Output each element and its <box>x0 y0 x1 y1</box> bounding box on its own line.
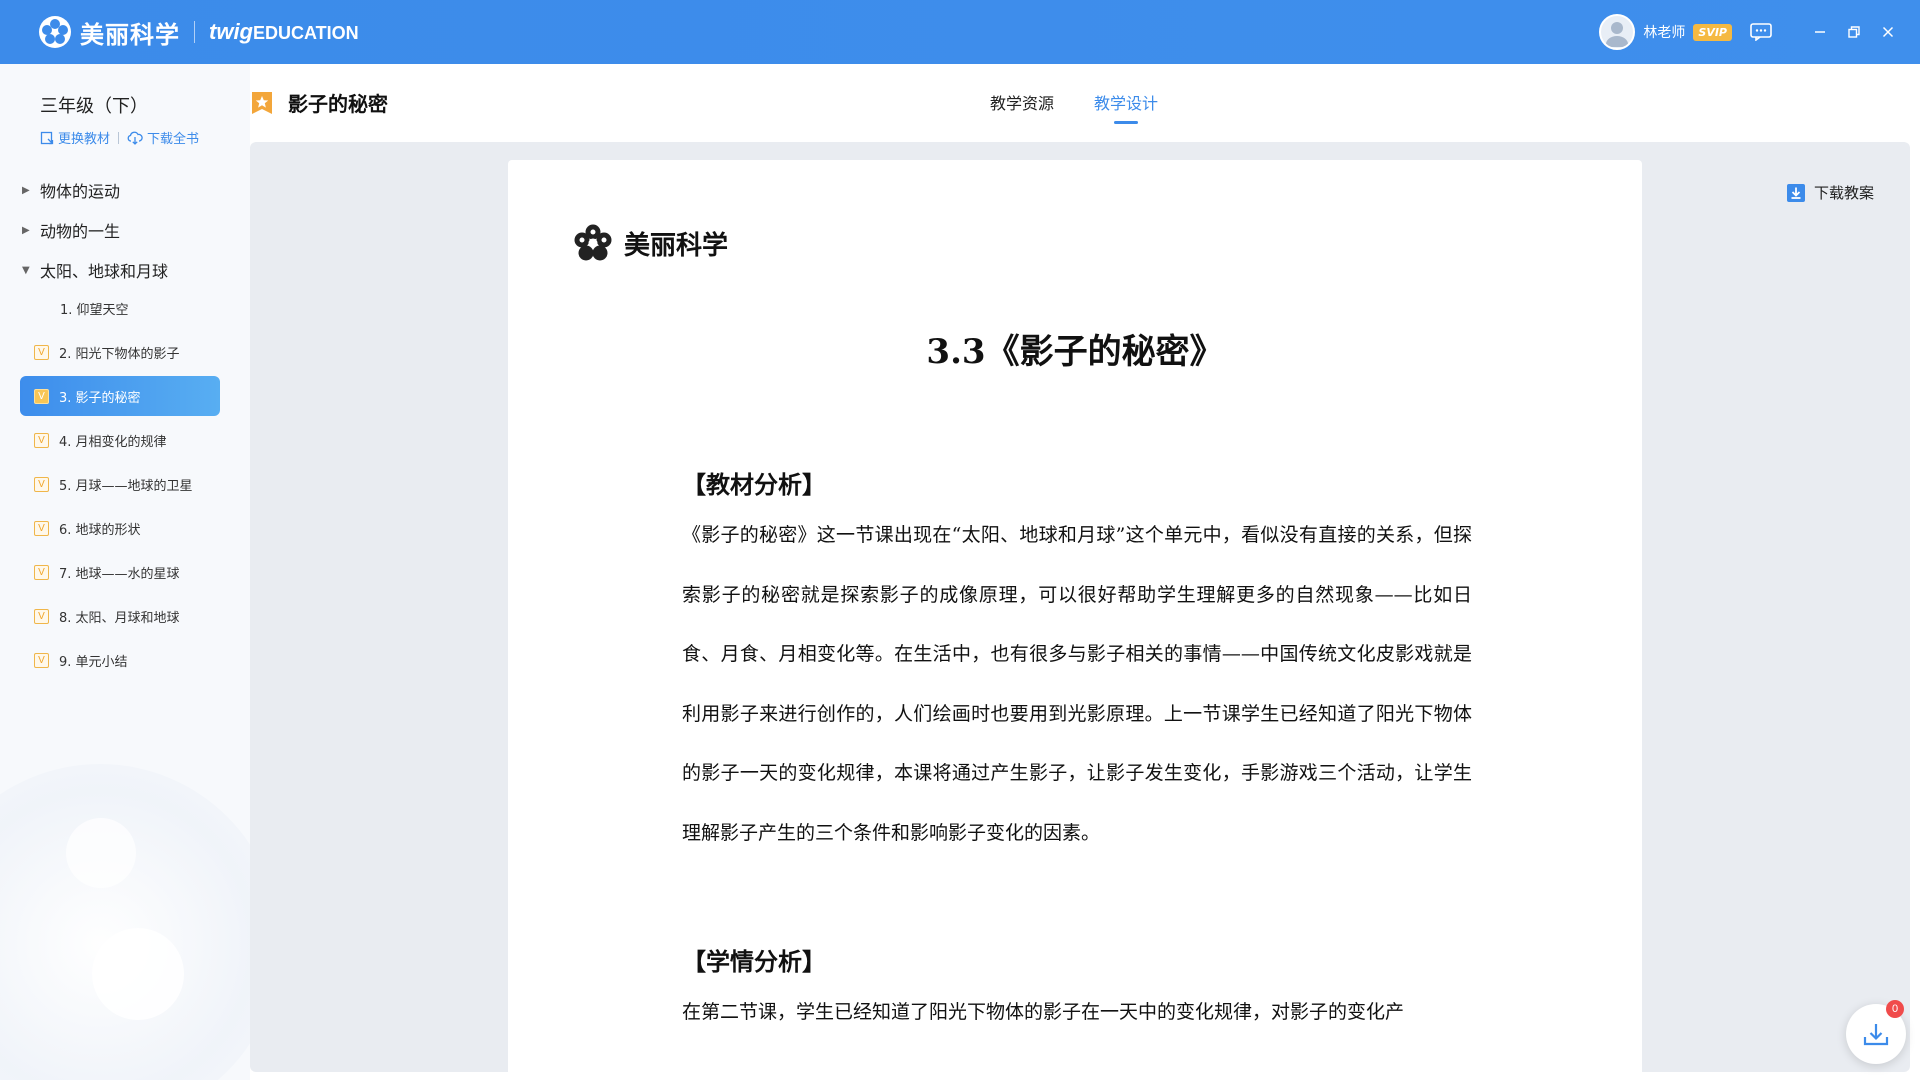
unit-item[interactable]: ▼ 太阳、地球和月球 <box>22 258 168 282</box>
lesson-item-active[interactable]: V 3. 影子的秘密 <box>20 376 220 416</box>
download-plan-label: 下载教案 <box>1813 184 1874 202</box>
tab-teaching-design[interactable]: 教学设计 <box>1094 90 1158 124</box>
video-badge-icon: V <box>34 432 49 448</box>
unit-item[interactable]: ▶ 物体的运动 <box>22 178 120 202</box>
lesson-label: 3. 影子的秘密 <box>59 390 141 406</box>
restore-icon <box>1848 26 1860 38</box>
download-book-button[interactable]: 下载全书 <box>127 128 199 147</box>
lesson-item[interactable]: V 8. 太阳、月球和地球 <box>20 596 220 636</box>
video-badge-icon: V <box>34 520 49 536</box>
lesson-label: 8. 太阳、月球和地球 <box>59 610 180 626</box>
sidebar-decor <box>66 818 136 888</box>
minimize-icon <box>1815 31 1825 33</box>
unit-label: 物体的运动 <box>40 182 121 201</box>
brand-sub: twigEDUCATION <box>209 19 359 45</box>
lesson-item[interactable]: V 9. 单元小结 <box>20 640 220 680</box>
video-badge-icon: V <box>34 608 49 624</box>
unit-item[interactable]: ▶ 动物的一生 <box>22 218 120 242</box>
page-header: 影子的秘密 教学资源 教学设计 <box>250 64 1920 142</box>
content-area: 美丽科学 3.3《影子的秘密》 【教材分析】 《影子的秘密》这一节课出现在“太阳… <box>250 142 1920 1080</box>
video-badge-icon: V <box>34 564 49 580</box>
lesson-item[interactable]: V 4. 月相变化的规律 <box>20 420 220 460</box>
video-badge-icon: V <box>34 476 49 492</box>
video-badge-icon: V <box>34 652 49 668</box>
document-page: 美丽科学 3.3《影子的秘密》 【教材分析】 《影子的秘密》这一节课出现在“太阳… <box>508 160 1642 1080</box>
change-book-label: 更换教材 <box>58 132 111 147</box>
video-badge-icon: V <box>34 388 49 404</box>
unit-label: 动物的一生 <box>40 222 121 241</box>
actions-divider <box>118 131 120 144</box>
lesson-item[interactable]: 1. 仰望天空 <box>20 288 220 328</box>
close-button[interactable] <box>1874 18 1902 46</box>
cloud-download-icon <box>127 131 143 145</box>
user-name[interactable]: 林老师 <box>1643 22 1685 42</box>
tab-teaching-resources[interactable]: 教学资源 <box>990 90 1054 118</box>
section-heading: 【学情分析】 <box>682 947 826 976</box>
lesson-label: 9. 单元小结 <box>59 654 128 670</box>
download-book-label: 下载全书 <box>147 132 200 147</box>
section-heading: 【教材分析】 <box>682 470 826 499</box>
page-title: 影子的秘密 <box>288 92 388 116</box>
sidebar-decor <box>0 764 250 1080</box>
lesson-label: 6. 地球的形状 <box>59 522 141 538</box>
brand-logo-icon <box>39 16 71 48</box>
sidebar-actions: 更换教材 下载全书 <box>40 128 199 147</box>
tab-bar: 教学资源 教学设计 <box>990 90 1198 124</box>
lesson-item[interactable]: V 7. 地球——水的星球 <box>20 552 220 592</box>
download-tray-icon <box>1863 1024 1889 1046</box>
change-book-button[interactable]: 更换教材 <box>40 128 110 147</box>
lesson-label: 2. 阳光下物体的影子 <box>59 346 180 362</box>
user-avatar[interactable] <box>1599 14 1636 50</box>
lesson-label: 7. 地球——水的星球 <box>59 566 180 582</box>
lesson-label: 4. 月相变化的规律 <box>59 434 167 450</box>
lesson-item[interactable]: V 2. 阳光下物体的影子 <box>20 332 220 372</box>
svip-badge: SVIP <box>1693 23 1732 41</box>
lesson-item[interactable]: V 5. 月球——地球的卫星 <box>20 464 220 504</box>
document-logo: 美丽科学 <box>572 222 728 264</box>
restore-button[interactable] <box>1840 18 1868 46</box>
title-wrap: 影子的秘密 <box>250 88 388 117</box>
message-icon[interactable] <box>1750 23 1772 41</box>
section-paragraph: 《影子的秘密》这一节课出现在“太阳、地球和月球”这个单元中，看似没有直接的关系，… <box>682 524 1472 844</box>
brand-separator <box>194 21 195 43</box>
chevron-down-icon: ▼ <box>22 264 30 276</box>
document-title: 3.3《影子的秘密》 <box>926 332 1224 372</box>
section-paragraph: 在第二节课，学生已经知道了阳光下物体的影子在一天中的变化规律，对影子的变化产 <box>682 1001 1405 1023</box>
favorite-star-icon[interactable] <box>250 90 274 116</box>
brand-logo-icon <box>574 224 612 261</box>
lesson-item[interactable]: V 6. 地球的形状 <box>20 508 220 548</box>
twig-text: twig <box>209 19 253 44</box>
download-count-badge: 0 <box>1886 1000 1904 1018</box>
title-bar-right: 林老师 SVIP <box>1599 0 1902 64</box>
lesson-label: 1. 仰望天空 <box>60 302 129 318</box>
title-bar: 美丽科学 twigEDUCATION 林老师 SVIP <box>0 0 1920 64</box>
brand-name: 美丽科学 <box>80 20 180 49</box>
chevron-right-icon: ▶ <box>22 184 30 196</box>
grade-label: 三年级（下） <box>40 96 148 117</box>
unit-label: 太阳、地球和月球 <box>40 262 169 281</box>
user-avatar-icon <box>1606 22 1629 47</box>
download-icon <box>1786 183 1805 202</box>
close-icon <box>1882 26 1894 38</box>
document-canvas[interactable]: 美丽科学 3.3《影子的秘密》 【教材分析】 《影子的秘密》这一节课出现在“太阳… <box>250 142 1910 1080</box>
minimize-button[interactable] <box>1806 18 1834 46</box>
brand: 美丽科学 twigEDUCATION <box>38 15 359 50</box>
document-logo-name: 美丽科学 <box>624 230 729 261</box>
sidebar: 三年级（下） 更换教材 下载全书 ▶ 物体的运动 ▶ 动物的一生 ▼ 太阳、地球… <box>0 64 250 1080</box>
chevron-right-icon: ▶ <box>22 224 30 236</box>
change-book-icon <box>40 131 54 144</box>
video-badge-icon: V <box>34 344 49 360</box>
education-text: EDUCATION <box>253 23 359 43</box>
lesson-label: 5. 月球——地球的卫星 <box>59 478 193 494</box>
sidebar-decor <box>92 928 184 1020</box>
download-plan-button[interactable]: 下载教案 <box>1786 182 1874 203</box>
